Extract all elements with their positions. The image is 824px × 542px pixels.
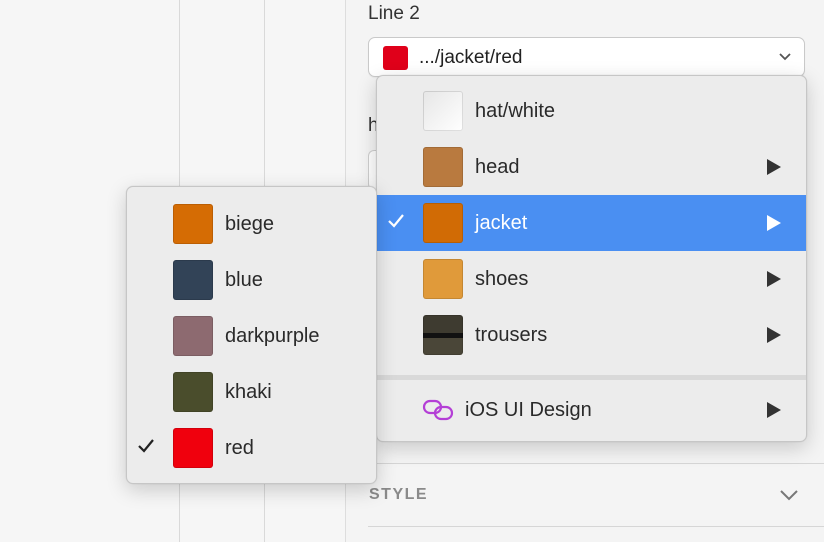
color-swatch (173, 372, 213, 412)
link-icon (422, 399, 454, 421)
color-swatch (173, 428, 213, 468)
color-swatch (423, 203, 463, 243)
color-select-value: .../jacket/red (419, 47, 523, 68)
submenu-item[interactable]: biege (127, 196, 376, 252)
submenu-item[interactable]: khaki (127, 364, 376, 420)
menu-separator (377, 375, 806, 380)
menu-item-label: shoes (475, 268, 529, 290)
section-title-style[interactable]: STYLE (369, 486, 428, 504)
menu-item-label: red (225, 437, 254, 459)
menu-item[interactable]: head (377, 139, 806, 195)
color-select[interactable]: .../jacket/red (368, 37, 805, 77)
submenu-arrow-icon (767, 159, 781, 175)
menu-item-label: hat/white (475, 100, 556, 122)
color-dropdown-menu: hat/white head jacket shoes trousers iOS UI … (376, 75, 807, 442)
color-swatch (423, 147, 463, 187)
menu-item[interactable]: hat/white (377, 83, 806, 139)
menu-item-library[interactable]: iOS UI Design (377, 382, 806, 438)
menu-item-label: darkpurple (225, 325, 320, 347)
submenu-arrow-icon (767, 327, 781, 343)
chevron-down-icon[interactable] (779, 489, 799, 501)
submenu-arrow-icon (767, 402, 781, 418)
color-swatch (173, 316, 213, 356)
submenu-arrow-icon (767, 271, 781, 287)
color-swatch (173, 260, 213, 300)
divider (368, 526, 824, 527)
menu-item[interactable]: jacket (377, 195, 806, 251)
color-swatch (173, 204, 213, 244)
color-swatch (423, 259, 463, 299)
menu-item-label: khaki (225, 381, 272, 403)
menu-item-label: iOS UI Design (465, 399, 592, 421)
submenu-item[interactable]: darkpurple (127, 308, 376, 364)
menu-item-label: head (475, 156, 520, 178)
color-swatch (423, 91, 463, 131)
selected-color-swatch (383, 46, 408, 70)
checkmark-icon (388, 214, 404, 228)
submenu-arrow-icon (767, 215, 781, 231)
checkmark-icon (138, 439, 154, 453)
field-label: Line 2 (368, 3, 420, 24)
chevron-down-icon (779, 53, 791, 61)
menu-item-label: jacket (475, 212, 528, 234)
menu-item[interactable]: trousers (377, 307, 806, 363)
submenu-item[interactable]: red (127, 420, 376, 476)
menu-item-label: biege (225, 213, 274, 235)
menu-item[interactable]: shoes (377, 251, 806, 307)
color-submenu: biege blue darkpurple khaki red (126, 186, 377, 484)
menu-item-label: trousers (475, 324, 548, 346)
divider (368, 463, 824, 464)
color-swatch (423, 315, 463, 355)
submenu-item[interactable]: blue (127, 252, 376, 308)
menu-item-label: blue (225, 269, 263, 291)
